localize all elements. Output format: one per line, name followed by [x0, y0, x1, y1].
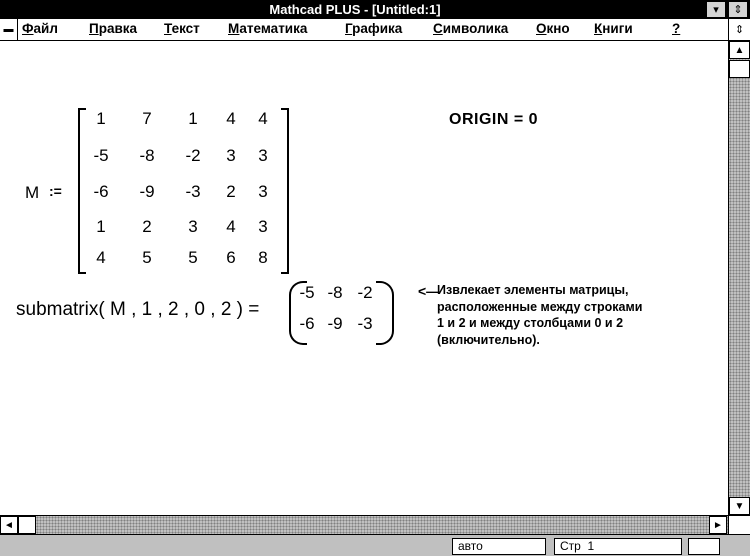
status-bar: авто Стр 1: [0, 534, 750, 556]
menu-edit[interactable]: Правка: [89, 21, 137, 36]
annotation-text[interactable]: Извлекает элементы матрицы, расположенны…: [437, 282, 642, 348]
matrix-cell[interactable]: -9: [134, 182, 160, 202]
scrollbar-corner: [728, 515, 750, 534]
worksheet[interactable]: M := 1 7 1 4 4 -5 -8 -2 3 3 -6 -9 -3 2 3…: [0, 41, 728, 515]
result-cell: -9: [327, 314, 343, 333]
assign-operator: :=: [49, 183, 62, 199]
vertical-scrollbar[interactable]: ▲ ▼: [728, 41, 750, 515]
matrix-cell[interactable]: 3: [218, 146, 244, 166]
matrix-cell[interactable]: -8: [134, 146, 160, 166]
matrix-cell[interactable]: 8: [250, 248, 276, 268]
matrix-cell[interactable]: -5: [88, 146, 114, 166]
menu-help[interactable]: ?: [672, 21, 680, 36]
title-bar: Mathcad PLUS - [Untitled:1] ▾ ⇕: [0, 0, 750, 19]
menu-books[interactable]: Книги: [594, 21, 633, 36]
matrix-cell[interactable]: 3: [250, 146, 276, 166]
matrix-cell[interactable]: 6: [218, 248, 244, 268]
annotation-line: расположенные между строками: [437, 299, 643, 314]
menu-text[interactable]: Текст: [164, 21, 200, 36]
scroll-right-button[interactable]: ►: [709, 516, 727, 534]
dash-icon: ▬: [3, 24, 14, 35]
menu-window[interactable]: Окно: [536, 21, 570, 36]
result-right-paren: [376, 281, 394, 345]
menu-symbolics[interactable]: Символика: [433, 21, 508, 36]
result-cell: -5: [299, 283, 315, 302]
arrow-right-icon: ►: [713, 519, 723, 531]
matrix-cell[interactable]: 1: [180, 109, 206, 129]
matrix-cell[interactable]: 4: [250, 109, 276, 129]
matrix-cell[interactable]: 7: [134, 109, 160, 129]
matrix-cell[interactable]: 3: [250, 217, 276, 237]
page-label: Стр: [560, 539, 581, 553]
matrix-cell[interactable]: 2: [134, 217, 160, 237]
minimize-button[interactable]: ▾: [706, 1, 726, 18]
matrix-cell[interactable]: 3: [180, 217, 206, 237]
matrix-cell[interactable]: -3: [180, 182, 206, 202]
matrix-cell[interactable]: -2: [180, 146, 206, 166]
document-restore-button[interactable]: ⇕: [728, 19, 750, 40]
annotation-line: (включительно).: [437, 332, 540, 347]
restore-button[interactable]: ⇕: [728, 1, 748, 18]
arrow-left-icon: ◄: [4, 519, 14, 531]
result-cell: -8: [327, 283, 343, 302]
submatrix-expression[interactable]: submatrix( M , 1 , 2 , 0 , 2 ) =: [16, 299, 259, 321]
calc-mode-status: авто: [452, 538, 546, 555]
matrix-cell[interactable]: 2: [218, 182, 244, 202]
annotation-line: Извлекает элементы матрицы,: [437, 283, 629, 297]
restore-icon: ⇕: [733, 4, 743, 16]
menu-math[interactable]: Математика: [228, 21, 307, 36]
matrix-right-bracket: [281, 108, 289, 274]
menu-bar: ▬ Файл Правка Текст Математика Графика С…: [0, 19, 750, 41]
horizontal-scroll-thumb[interactable]: [18, 516, 36, 534]
matrix-left-bracket: [78, 108, 86, 274]
restore-icon: ⇕: [734, 24, 745, 36]
matrix-cell[interactable]: 5: [134, 248, 160, 268]
scroll-up-button[interactable]: ▲: [729, 41, 750, 59]
status-cell-empty: [688, 538, 720, 555]
horizontal-scrollbar[interactable]: ◄ ►: [0, 515, 728, 534]
scroll-down-button[interactable]: ▼: [729, 497, 750, 515]
menu-file[interactable]: Файл: [22, 21, 58, 36]
scroll-left-button[interactable]: ◄: [0, 516, 18, 534]
matrix-cell[interactable]: 4: [88, 248, 114, 268]
matrix-cell[interactable]: 1: [88, 217, 114, 237]
matrix-cell[interactable]: -6: [88, 182, 114, 202]
matrix-cell[interactable]: 4: [218, 217, 244, 237]
matrix-cell[interactable]: 4: [218, 109, 244, 129]
origin-definition[interactable]: ORIGIN = 0: [449, 111, 538, 129]
result-cell: -6: [299, 314, 315, 333]
result-cell: -2: [357, 283, 373, 302]
page-number: 1: [587, 539, 595, 553]
result-cell: -3: [357, 314, 373, 333]
matrix-cell[interactable]: 1: [88, 109, 114, 129]
minimize-icon: ▾: [713, 4, 719, 16]
matrix-name: M: [25, 183, 40, 202]
annotation-line: 1 и 2 и между столбцами 0 и 2: [437, 316, 624, 330]
document-control-menu-button[interactable]: ▬: [0, 19, 18, 40]
window-title: Mathcad PLUS - [Untitled:1]: [269, 2, 441, 17]
matrix-cell[interactable]: 3: [250, 182, 276, 202]
page-status: Стр 1: [554, 538, 682, 555]
arrow-down-icon: ▼: [734, 500, 745, 512]
matrix-cell[interactable]: 5: [180, 248, 206, 268]
vertical-scroll-thumb[interactable]: [729, 60, 750, 78]
menu-graphics[interactable]: Графика: [345, 21, 402, 36]
arrow-up-icon: ▲: [734, 44, 745, 56]
